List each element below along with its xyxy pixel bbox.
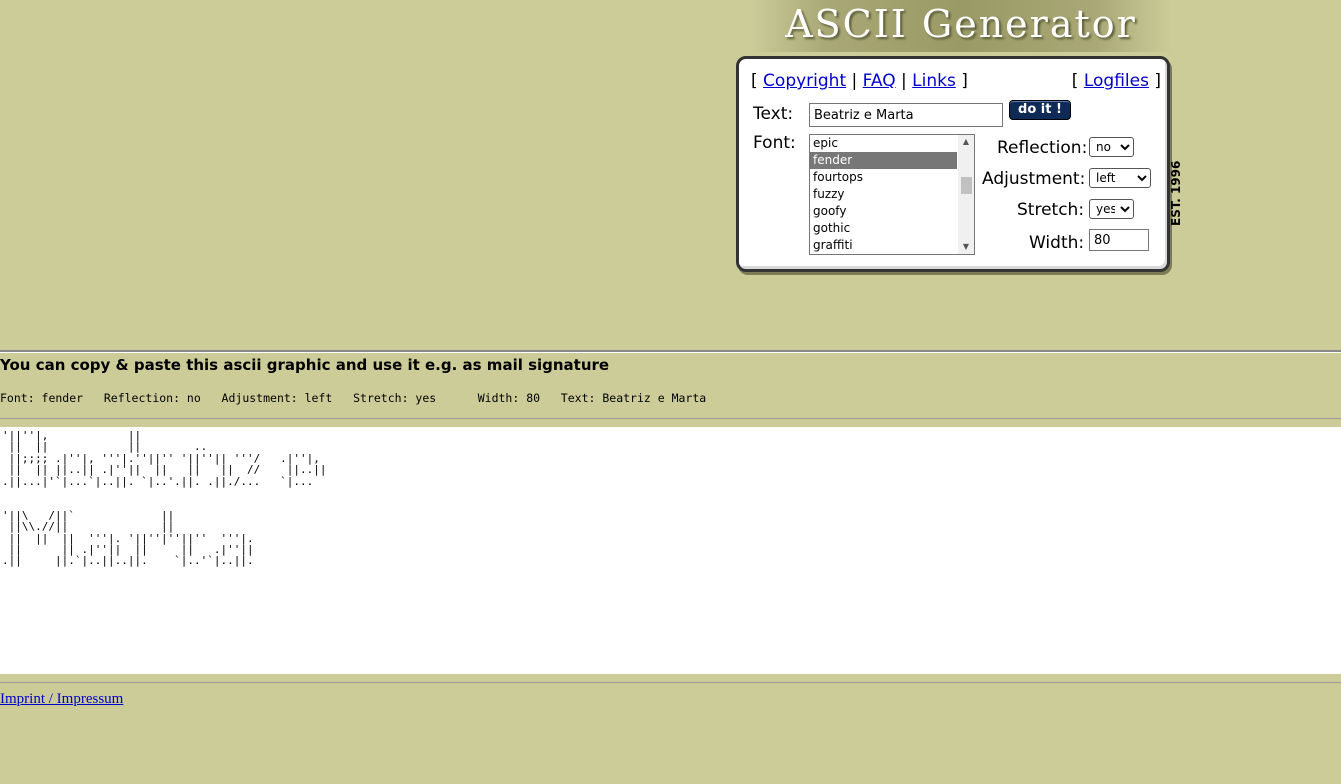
adjustment-select[interactable]: left — [1089, 168, 1151, 188]
divider — [0, 350, 1341, 353]
top-nav: [ Copyright | FAQ | Links ] — [751, 71, 968, 91]
logfiles-link[interactable]: Logfiles — [1084, 71, 1149, 91]
font-option[interactable]: goofy — [810, 203, 957, 220]
font-option-selected[interactable]: fender — [810, 152, 957, 169]
bracket-open: [ — [1071, 71, 1079, 91]
result-heading: You can copy & paste this ascii graphic … — [0, 356, 610, 374]
divider — [0, 418, 1341, 419]
faq-link[interactable]: FAQ — [863, 71, 896, 91]
width-input[interactable] — [1089, 229, 1149, 251]
font-option[interactable]: graffiti — [810, 237, 957, 254]
copyright-link[interactable]: Copyright — [763, 71, 846, 91]
width-label: Width: — [1029, 233, 1085, 253]
font-listbox[interactable]: epic fender fourtops fuzzy goofy gothic … — [809, 134, 975, 255]
bracket-close: ] — [1154, 71, 1161, 91]
bracket-open: [ — [751, 71, 758, 91]
imprint-link[interactable]: Imprint / Impressum — [0, 691, 123, 708]
reflection-select[interactable]: no — [1089, 137, 1134, 157]
links-link[interactable]: Links — [912, 71, 956, 91]
font-option[interactable]: fourtops — [810, 169, 957, 186]
font-label: Font: — [753, 133, 796, 153]
do-it-button[interactable]: do it ! — [1009, 100, 1071, 120]
nav-separator: | — [901, 71, 907, 91]
font-option[interactable]: fuzzy — [810, 186, 957, 203]
font-option[interactable]: epic — [810, 135, 957, 152]
generator-panel: [ Copyright | FAQ | Links ] [ Logfiles ]… — [736, 56, 1170, 272]
logfiles-nav: [ Logfiles ] — [1072, 71, 1161, 91]
text-input[interactable] — [809, 103, 1003, 127]
stretch-select[interactable]: yes — [1089, 199, 1134, 219]
listbox-scrollbar[interactable]: ▲ ▼ — [958, 135, 974, 254]
font-option[interactable]: gothic — [810, 220, 957, 237]
scroll-up-arrow-icon[interactable]: ▲ — [958, 135, 974, 149]
settings-summary: Font: fender Reflection: no Adjustment: … — [0, 391, 707, 405]
text-label: Text: — [753, 104, 794, 124]
adjustment-label: Adjustment: — [982, 169, 1086, 189]
bracket-close: ] — [961, 71, 968, 91]
scroll-down-arrow-icon[interactable]: ▼ — [958, 240, 974, 254]
est-badge: EST. 1996 — [1169, 160, 1183, 226]
ascii-art[interactable]: '||''|, || || || || .. ||;;;; .|''|, '''… — [0, 427, 1341, 567]
nav-separator: | — [851, 71, 858, 91]
site-title: ASCII Generator — [785, 2, 1137, 46]
divider — [0, 682, 1341, 683]
ascii-output-box[interactable]: '||''|, || || || || .. ||;;;; .|''|, '''… — [0, 427, 1341, 674]
reflection-label: Reflection: — [997, 138, 1088, 158]
logo-banner: ASCII Generator — [750, 0, 1172, 52]
scroll-thumb[interactable] — [961, 177, 972, 194]
stretch-label: Stretch: — [1017, 200, 1085, 220]
